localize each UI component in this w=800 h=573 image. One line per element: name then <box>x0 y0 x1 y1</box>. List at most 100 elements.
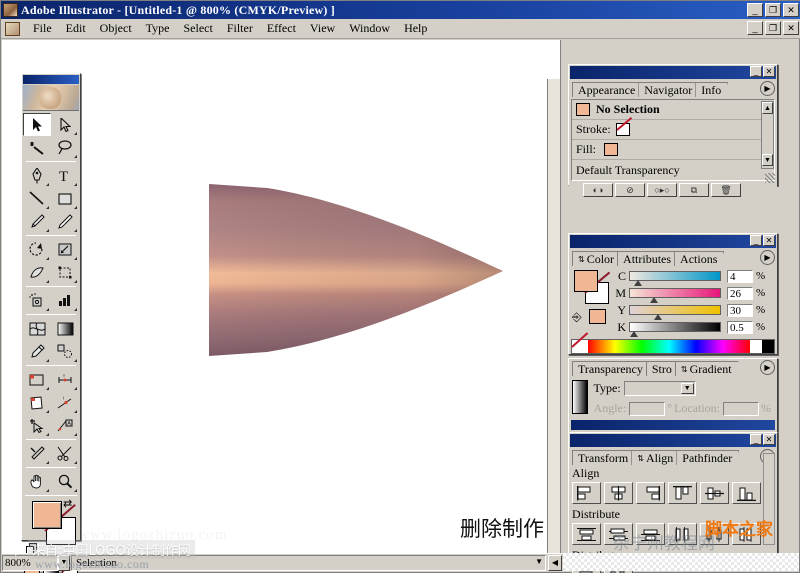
channel-y-slider[interactable] <box>629 305 721 320</box>
horizontal-align-left-button[interactable] <box>572 482 601 504</box>
rotate-tool[interactable] <box>23 238 51 261</box>
document-icon[interactable] <box>5 21 20 36</box>
pen-tool[interactable] <box>23 164 51 187</box>
close-button[interactable]: ✕ <box>783 3 799 17</box>
align-palette-title-bar[interactable]: _ ✕ <box>570 434 776 447</box>
horizontal-distribute-center-button[interactable] <box>700 523 729 545</box>
pencil-tool[interactable] <box>51 210 79 233</box>
appearance-row-stroke[interactable]: Stroke: <box>572 120 774 140</box>
vertical-align-top-button[interactable] <box>668 482 697 504</box>
spectrum-white-swatch[interactable] <box>750 340 762 353</box>
color-palette-title-bar[interactable]: _ ✕ <box>570 235 776 248</box>
channel-m-value[interactable]: 26 <box>727 286 753 300</box>
menu-help[interactable]: Help <box>397 19 434 38</box>
appearance-scrollbar[interactable]: ▲ ▼ <box>761 101 774 169</box>
lasso-tool[interactable] <box>51 136 79 159</box>
direct-selection-tool[interactable] <box>51 113 79 136</box>
symbol-sprayer-tool[interactable] <box>23 289 51 312</box>
gradient-angle-field[interactable] <box>629 401 666 416</box>
color-minimize-button[interactable]: _ <box>750 235 762 246</box>
toolbox-title-bar[interactable] <box>23 75 79 84</box>
line-segment-tool[interactable] <box>23 187 51 210</box>
eyedropper-tool[interactable] <box>23 340 51 363</box>
appearance-fill-swatch[interactable] <box>604 143 619 156</box>
menu-filter[interactable]: Filter <box>220 19 260 38</box>
scissors-select-tool[interactable] <box>23 414 51 437</box>
minimize-button[interactable]: _ <box>747 3 763 17</box>
menu-window[interactable]: Window <box>342 19 397 38</box>
channel-c-value[interactable]: 4 <box>727 269 753 283</box>
zoom-tool[interactable] <box>51 470 79 493</box>
warp-tool[interactable] <box>23 261 51 284</box>
gradient-tool[interactable] <box>51 317 79 340</box>
document-vertical-scrollbar[interactable] <box>547 79 560 556</box>
vertical-distribute-center-button[interactable] <box>604 523 633 545</box>
gradient-slider-ramp[interactable] <box>571 420 775 430</box>
vertical-distribute-bottom-button[interactable] <box>636 523 665 545</box>
vertical-align-center-button[interactable] <box>700 482 729 504</box>
mesh-tool[interactable] <box>23 317 51 340</box>
spectrum-gradient[interactable] <box>588 340 750 353</box>
tab-actions[interactable]: Actions <box>674 251 724 266</box>
color-spectrum-ramp[interactable] <box>571 339 775 354</box>
color-close-button[interactable]: ✕ <box>763 235 775 246</box>
tab-color[interactable]: ⇅ Color <box>572 251 621 266</box>
rectangle-tool[interactable] <box>51 187 79 210</box>
spectrum-none-swatch[interactable] <box>572 340 588 353</box>
document-canvas[interactable]: www.logozhizuo.com 删除制作 <box>2 40 561 556</box>
document-minimize-button[interactable]: _ <box>747 21 763 35</box>
reduce-to-basic-appearance-button[interactable]: ○▸○ <box>647 183 677 197</box>
appearance-close-button[interactable]: ✕ <box>763 66 775 77</box>
channel-k-slider[interactable] <box>629 322 721 337</box>
color-last-swatch[interactable] <box>589 309 606 324</box>
horizontal-distribute-right-button[interactable] <box>732 523 761 545</box>
column-graph-tool[interactable] <box>51 289 79 312</box>
status-text-field[interactable]: Selection ▼ <box>71 554 546 571</box>
horizontal-distribute-left-button[interactable] <box>668 523 697 545</box>
align-close-button[interactable]: ✕ <box>763 434 775 445</box>
left-arrow-icon[interactable]: ◀ <box>548 554 562 571</box>
type-tool[interactable]: T <box>51 164 79 187</box>
appearance-stroke-swatch[interactable] <box>615 123 630 136</box>
scissors-tool[interactable] <box>51 442 79 465</box>
chevron-down-icon[interactable]: ▼ <box>535 557 543 566</box>
measure-tool[interactable]: x <box>51 368 79 391</box>
menu-edit[interactable]: Edit <box>59 19 93 38</box>
fill-stroke-widget[interactable]: ⇄ <box>24 499 78 557</box>
knife-tool[interactable] <box>23 442 51 465</box>
channel-m-slider[interactable] <box>629 288 721 303</box>
blend-tool[interactable] <box>51 340 79 363</box>
area-type-tool[interactable]: A <box>51 414 79 437</box>
gradient-thumbnail[interactable] <box>572 380 588 414</box>
out-of-web-color-cube-icon[interactable]: ⎆ <box>572 310 582 325</box>
zoom-dropdown-arrow[interactable]: ▼ <box>58 554 70 571</box>
hand-tool[interactable] <box>23 470 51 493</box>
align-minimize-button[interactable]: _ <box>750 434 762 445</box>
gradient-type-select[interactable]: ▼ <box>623 381 696 396</box>
menu-file[interactable]: File <box>26 19 59 38</box>
delete-selected-item-button[interactable]: 🗑 <box>711 183 741 197</box>
horizontal-align-right-button[interactable] <box>636 482 665 504</box>
vertical-distribute-top-button[interactable] <box>572 523 601 545</box>
color-fill-swatch[interactable] <box>574 270 598 292</box>
channel-y-value[interactable]: 30 <box>727 303 753 317</box>
appearance-minimize-button[interactable]: _ <box>750 66 762 77</box>
restore-button[interactable]: ❐ <box>765 3 781 17</box>
scale-tool[interactable] <box>51 238 79 261</box>
fill-swatch[interactable] <box>32 501 62 529</box>
new-art-has-basic-appearance-button[interactable]: ◐◑ <box>583 183 613 197</box>
graph-data-tool[interactable]: i <box>51 391 79 414</box>
free-transform-tool[interactable] <box>51 261 79 284</box>
channel-k-value[interactable]: 0.5 <box>727 320 753 334</box>
appearance-palette-title-bar[interactable]: _ ✕ <box>570 66 776 79</box>
panel-menu-icon[interactable]: ▶ <box>760 360 775 375</box>
tab-align[interactable]: ⇅ Align <box>631 450 680 465</box>
menu-select[interactable]: Select <box>177 19 220 38</box>
appearance-scroll-down-arrow[interactable]: ▼ <box>762 154 773 166</box>
tab-info[interactable]: Info <box>695 82 728 97</box>
tab-pathfinder[interactable]: Pathfinder <box>676 450 739 465</box>
menu-type[interactable]: Type <box>139 19 177 38</box>
gradient-location-field[interactable] <box>723 401 759 416</box>
tab-attributes[interactable]: Attributes <box>617 251 678 266</box>
magic-wand-tool[interactable] <box>23 136 51 159</box>
